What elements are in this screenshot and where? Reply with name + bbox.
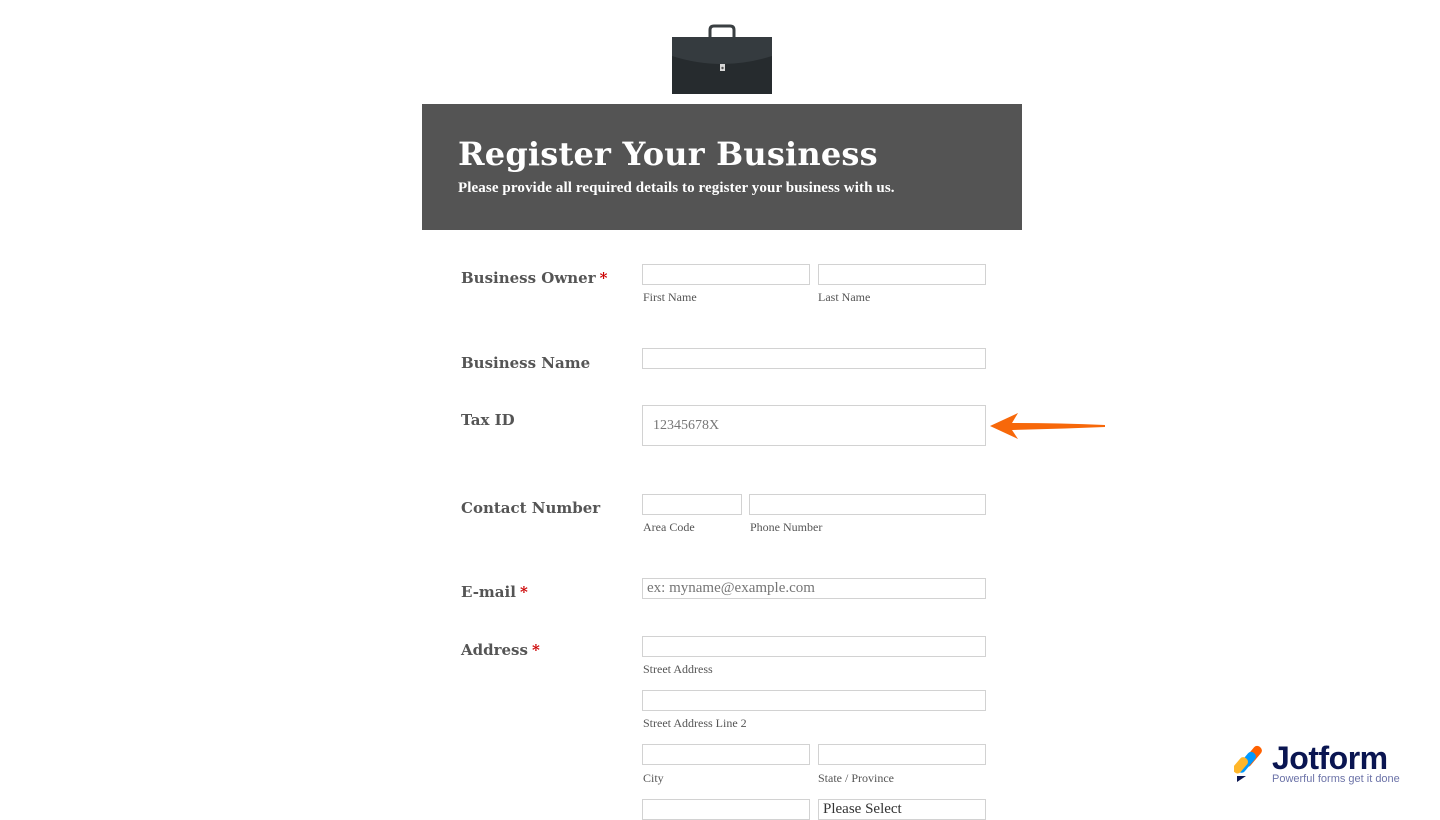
- required-mark: *: [599, 269, 608, 287]
- phone-number-sublabel: Phone Number: [750, 520, 823, 534]
- last-name-input[interactable]: [818, 264, 986, 285]
- state-province-input[interactable]: [818, 744, 986, 765]
- contact-number-label: Contact Number: [461, 499, 601, 517]
- jotform-logo-icon: [1234, 745, 1262, 782]
- required-mark: *: [519, 583, 528, 601]
- phone-number-input[interactable]: [749, 494, 986, 515]
- briefcase-icon: [672, 24, 772, 94]
- form-title: Register Your Business: [458, 135, 878, 173]
- brand-tagline: Powerful forms get it done: [1272, 773, 1400, 785]
- tax-id-label: Tax ID: [461, 411, 515, 429]
- form-subtitle: Please provide all required details to r…: [458, 180, 895, 196]
- state-province-sublabel: State / Province: [818, 771, 894, 785]
- address-label: Address *: [461, 641, 540, 659]
- arrow-left-icon: [990, 413, 1105, 439]
- business-name-label: Business Name: [461, 354, 591, 372]
- street-address-line2-sublabel: Street Address Line 2: [643, 716, 747, 730]
- city-input[interactable]: [642, 744, 810, 765]
- last-name-sublabel: Last Name: [818, 290, 871, 304]
- tax-id-input[interactable]: [642, 405, 986, 446]
- country-select-value: Please Select: [823, 801, 902, 817]
- email-label: E-mail *: [461, 583, 528, 601]
- city-sublabel: City: [643, 771, 664, 785]
- street-address-sublabel: Street Address: [643, 662, 713, 676]
- area-code-input[interactable]: [642, 494, 742, 515]
- jotform-brand[interactable]: Jotform Powerful forms get it done: [1234, 740, 1409, 790]
- form-header: Register Your Business Please provide al…: [422, 104, 1022, 230]
- business-owner-label: Business Owner *: [461, 269, 608, 287]
- area-code-sublabel: Area Code: [643, 520, 695, 534]
- brand-name: Jotform: [1272, 740, 1388, 776]
- first-name-sublabel: First Name: [643, 290, 697, 304]
- street-address-line2-input[interactable]: [642, 690, 986, 711]
- required-mark: *: [531, 641, 540, 659]
- business-name-input[interactable]: [642, 348, 986, 369]
- email-input[interactable]: [642, 578, 986, 599]
- first-name-input[interactable]: [642, 264, 810, 285]
- street-address-input[interactable]: [642, 636, 986, 657]
